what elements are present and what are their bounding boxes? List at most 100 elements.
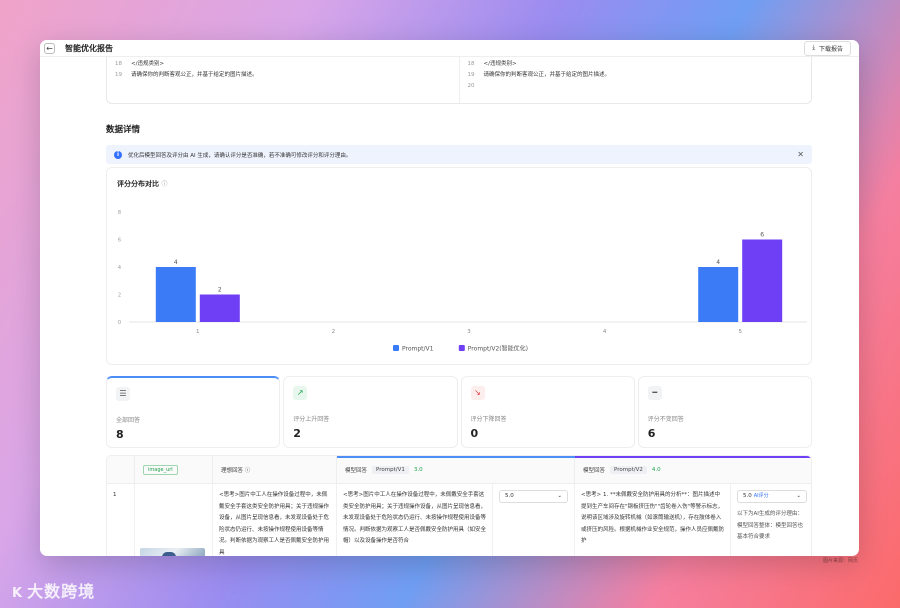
model2-header: 模型回答 Prompt/V2 4.0: [575, 456, 811, 484]
model2-tag: Prompt/V2: [610, 466, 647, 474]
code-line: 20: [468, 81, 804, 92]
stat-value: 2: [293, 427, 301, 440]
model1-score-select[interactable]: 5.0 ⌄: [499, 490, 568, 503]
x-tick-label: 4: [603, 329, 607, 335]
stat-card[interactable]: ↗ 评分上升回答 2: [283, 376, 458, 448]
worker-image[interactable]: [140, 548, 205, 556]
model1-score-value: 5.0: [505, 492, 514, 499]
model2-score-select[interactable]: 5.0 AI评分 ⌄: [737, 490, 807, 503]
bar: [155, 267, 196, 322]
prompt-diff-box: 18 </违规类别> 19 请确保你的判断客观公正，并基于给定的图片描述。 18 </违…: [106, 57, 812, 104]
minus-icon: ━: [647, 386, 662, 400]
x-tick-label: 2: [332, 329, 336, 335]
bar-value-label: 4: [716, 259, 720, 266]
stat-label: 评分上升回答: [293, 416, 330, 423]
legend-label: Prompt/V2(智能优化): [468, 345, 528, 353]
back-arrow-icon[interactable]: ←: [44, 42, 55, 54]
y-tick-label: 6: [118, 238, 121, 244]
code-line: 18 </违规类别>: [468, 59, 804, 70]
model1-header-label: 模型回答: [345, 468, 368, 474]
stat-label: 全部回答: [116, 417, 141, 424]
prompt-v2-code: 18 </违规类别> 19 请确保你的判断客观公正，并基于给定的图片描述。 20: [458, 57, 812, 103]
score-reason: 以下为AI生成的评分理由：模型回答整体：模型回答也基本符合要求: [737, 511, 804, 540]
line-text: 请确保你的判断客观公正，并基于给定的图片描述。: [131, 72, 258, 78]
model1-score: 3.0: [413, 467, 423, 473]
brand-logo: K: [12, 586, 24, 601]
y-tick-label: 4: [118, 265, 121, 271]
model2-score-cell: 5.0 AI评分 ⌄ 以下为AI生成的评分理由：模型回答整体：模型回答也基本符合要求: [731, 484, 811, 556]
score-bar-chart: 0 2 4 6 8 1 4 2 2 3 4 5 4 6 Prompt/V1 Prompt/V2(智能优化): [118, 210, 807, 353]
main-content: 18 </违规类别> 19 请确保你的判断客观公正，并基于给定的图片描述。 18 </违…: [106, 57, 812, 556]
legend-swatch: [393, 345, 399, 351]
download-label: 下载报告: [818, 45, 843, 53]
bar-value-label: 2: [218, 287, 222, 294]
bar: [199, 294, 240, 322]
model1-header: 模型回答 Prompt/V1 3.0: [337, 456, 575, 484]
model2-answer-cell: <思考> 1. **未佩戴安全防护用具的分析**：图片描述中提到生产车间存在"钢…: [575, 484, 731, 556]
table-header: image_url 理想回答 ⓘ 模型回答 Prompt/V1 3.0 模型回答 Pr…: [107, 456, 811, 484]
list-icon: ☰: [116, 387, 130, 401]
trend-up-icon: ↗: [293, 386, 308, 400]
x-tick-label: 3: [467, 329, 471, 335]
stat-value: 0: [470, 427, 479, 440]
image-url-tag: image_url: [143, 465, 178, 475]
ideal-header: 理想回答 ⓘ: [213, 456, 337, 484]
stat-value: 8: [116, 428, 124, 441]
stat-value: 6: [647, 427, 656, 440]
brand-text: 大数跨境: [27, 582, 96, 601]
row-index: 1: [107, 484, 135, 556]
legend-label: Prompt/V1: [402, 346, 434, 353]
stat-card[interactable]: ━ 评分不变回答 6: [637, 376, 812, 448]
results-table: image_url 理想回答 ⓘ 模型回答 Prompt/V1 3.0 模型回答 Pr…: [106, 455, 812, 556]
line-number: 19: [115, 72, 122, 78]
notice-text: 优化后模型回答及评分由 AI 生成，请确认评分是否准确，若不准确可修改评分和评分…: [128, 152, 352, 159]
legend-swatch: [458, 345, 465, 351]
code-line: 18 </违规类别>: [115, 59, 451, 70]
line-number: 20: [467, 83, 475, 89]
model2-score: 4.0: [651, 467, 661, 473]
chevron-down-icon: ⌄: [557, 492, 562, 499]
stat-card[interactable]: ☰ 全部回答 8: [106, 376, 281, 448]
stats-row: ☰ 全部回答 8 ↗ 评分上升回答 2 ↘ 评分下降回答 0 ━ 评分不变回答 6: [106, 376, 812, 448]
code-line: 19 请确保你的判断客观公正，并基于给定的图片描述。: [115, 70, 451, 81]
y-tick-label: 0: [118, 320, 121, 326]
y-tick-label: 2: [118, 293, 121, 299]
stat-label: 评分下降回答: [470, 416, 507, 423]
x-tick-label: 5: [738, 329, 742, 335]
image-cell: [135, 484, 213, 556]
bar: [698, 267, 739, 322]
notice-banner: i 优化后模型回答及评分由 AI 生成，请确认评分是否准确，若不准确可修改评分和…: [106, 145, 812, 164]
model1-accent-bar: [337, 456, 575, 458]
line-text: </违规类别>: [483, 61, 517, 67]
brand-watermark: K 大数跨境: [12, 578, 95, 602]
app-window: ← 智能优化报告 ⤓ 下载报告 18 </违规类别> 19 请确保你的判断客观公正，并…: [40, 40, 859, 556]
ai-score-tag: AI评分: [753, 492, 769, 499]
x-tick-label: 1: [196, 329, 200, 335]
y-tick-label: 8: [118, 210, 121, 216]
source-note: 图片来源：网页: [822, 558, 858, 564]
section-title: 数据详情: [106, 125, 141, 135]
ideal-header-label: 理想回答: [221, 468, 244, 474]
page-title: 智能优化报告: [65, 43, 113, 53]
image-header: image_url: [135, 456, 213, 484]
model1-score-cell: 5.0 ⌄: [493, 484, 575, 556]
chevron-down-icon: ⌄: [796, 492, 801, 499]
code-line: 19 请确保你的判断客观公正，并基于给定的图片描述。: [468, 70, 804, 81]
model1-tag: Prompt/V1: [372, 466, 409, 474]
info-icon: i: [114, 150, 122, 159]
stat-card[interactable]: ↘ 评分下降回答 0: [460, 376, 635, 448]
model2-accent-bar: [575, 456, 811, 458]
line-number: 19: [467, 72, 475, 78]
index-header: [107, 456, 135, 484]
download-icon: ⤓: [812, 44, 815, 51]
trend-down-icon: ↘: [470, 386, 485, 400]
line-text: </违规类别>: [131, 61, 165, 67]
ideal-answer-cell: <思考>图片中工人在操作设备过程中，未佩戴安全手套这类安全防护用具；关于违规操作…: [213, 484, 337, 556]
score-chart-card: 评分分布对比 ⓘ 0 2 4 6 8 1 4 2 2 3 4 5 4 6 Prompt/V1 Prompt/V…: [106, 167, 812, 365]
download-report-button[interactable]: ⤓ 下载报告: [804, 40, 851, 56]
prompt-v1-code: 18 </违规类别> 19 请确保你的判断客观公正，并基于给定的图片描述。: [107, 57, 459, 103]
line-text: 请确保你的判断客观公正，并基于给定的图片描述。: [483, 72, 611, 78]
bar-value-label: 4: [174, 259, 178, 266]
help-icon[interactable]: ⓘ: [245, 466, 251, 474]
close-icon[interactable]: ✕: [797, 150, 804, 159]
